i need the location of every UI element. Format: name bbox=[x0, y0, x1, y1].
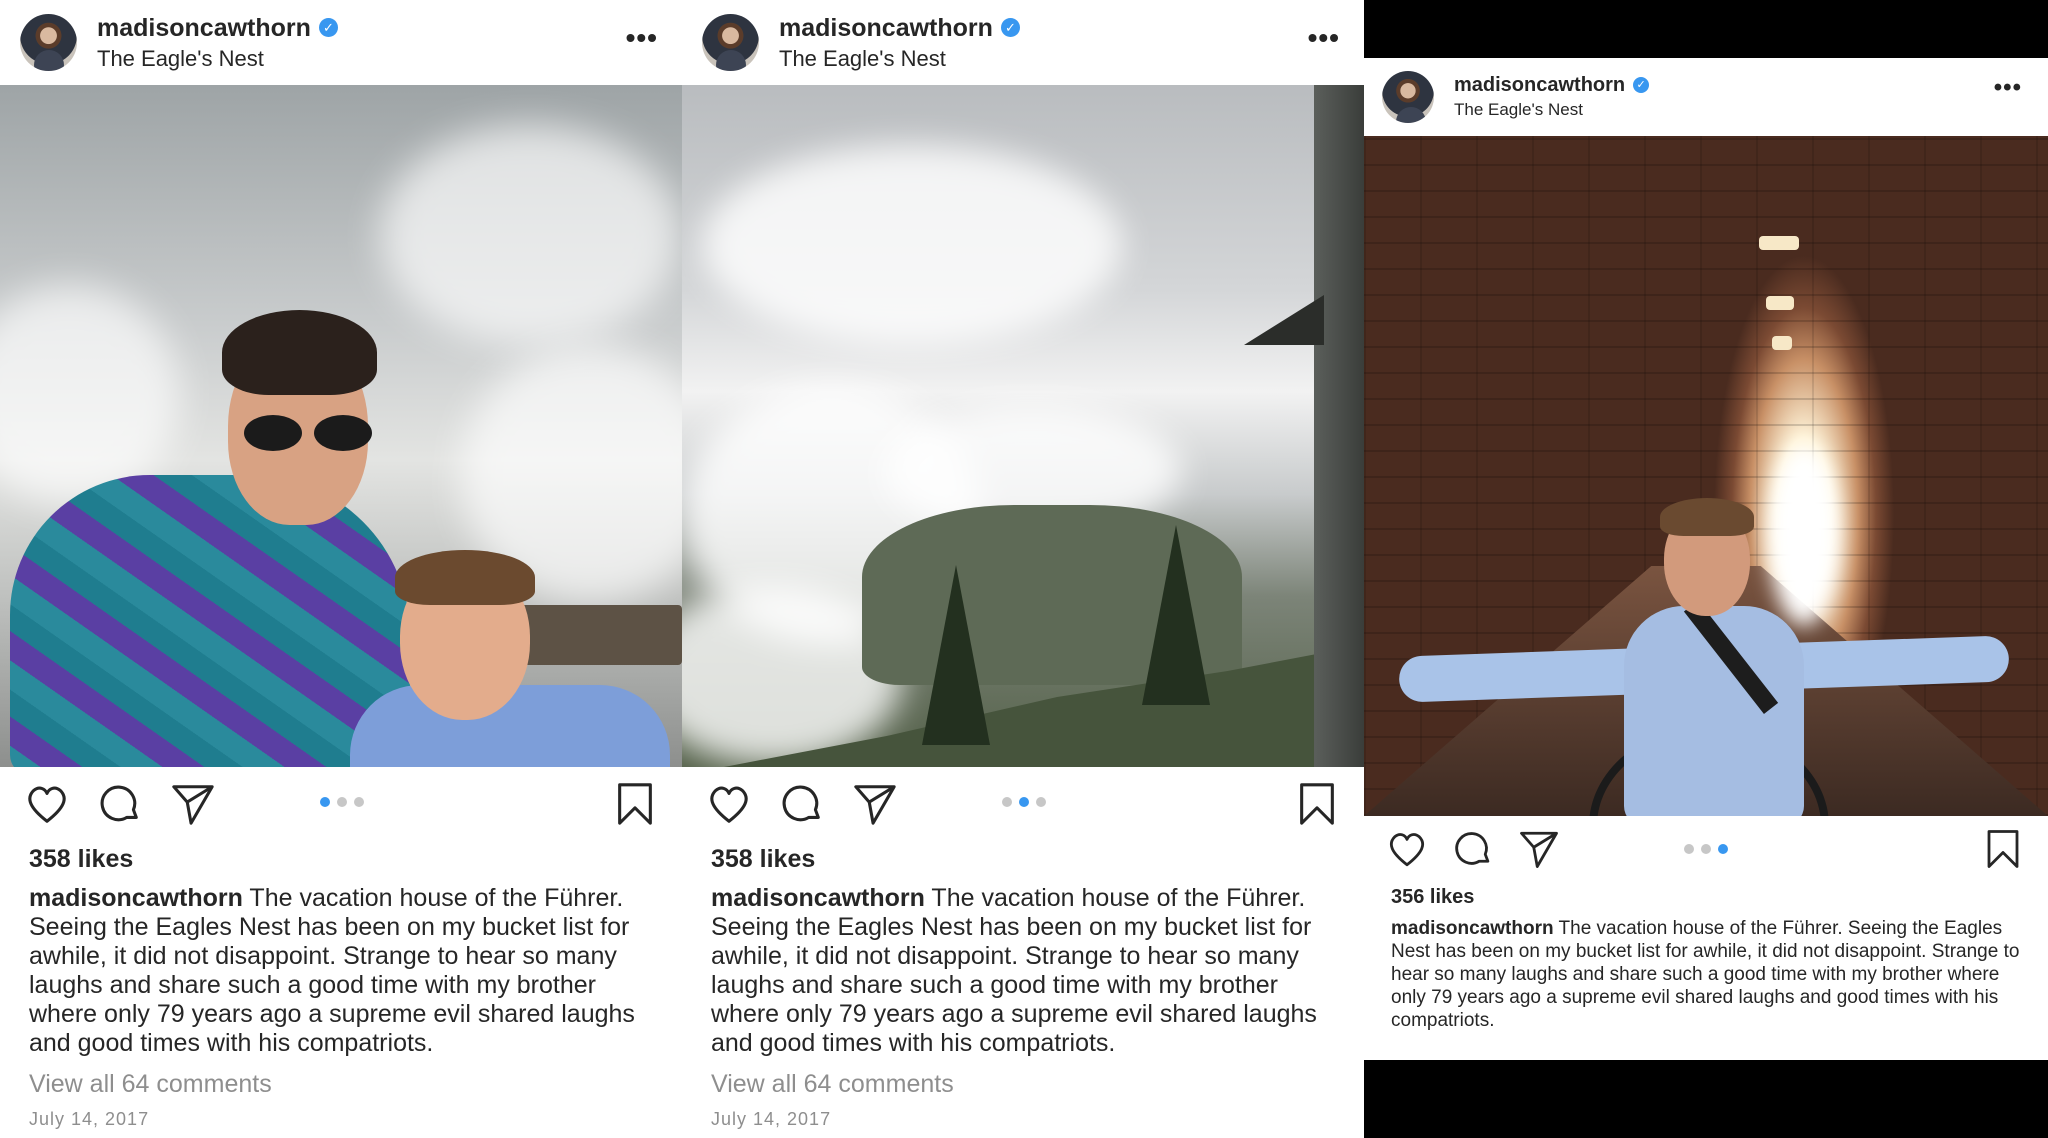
profile-avatar[interactable] bbox=[702, 14, 759, 71]
verified-badge-icon: ✓ bbox=[318, 18, 338, 38]
location-link[interactable]: The Eagle's Nest bbox=[97, 46, 338, 72]
person-left-hair bbox=[222, 310, 377, 395]
more-options-icon[interactable]: ••• bbox=[1994, 74, 2022, 102]
bookmark-icon[interactable] bbox=[1982, 828, 2024, 870]
bookmark-icon[interactable] bbox=[1294, 781, 1340, 827]
post-caption: madisoncawthorn The vacation house of th… bbox=[682, 874, 1364, 1058]
username-link[interactable]: madisoncawthorn bbox=[779, 13, 993, 43]
header-text: madisoncawthorn ✓ The Eagle's Nest bbox=[779, 13, 1020, 72]
carousel-dot[interactable] bbox=[337, 797, 347, 807]
carousel-dot[interactable] bbox=[1036, 797, 1046, 807]
instagram-post: madisoncawthorn ✓ The Eagle's Nest ••• 3… bbox=[682, 0, 1364, 1138]
person-left-fleece bbox=[10, 475, 410, 767]
pine-tree bbox=[922, 565, 990, 745]
carousel-dot[interactable] bbox=[1718, 844, 1728, 854]
post-panel-1: madisoncawthorn ✓ The Eagle's Nest ••• 3… bbox=[0, 0, 682, 1138]
header-text: madisoncawthorn ✓ The Eagle's Nest bbox=[97, 13, 338, 72]
post-caption: madisoncawthorn The vacation house of th… bbox=[0, 874, 682, 1058]
bookmark-icon[interactable] bbox=[612, 781, 658, 827]
pine-tree bbox=[1142, 525, 1210, 705]
post-actions bbox=[682, 767, 1364, 839]
paper-plane-icon[interactable] bbox=[170, 781, 216, 827]
profile-avatar[interactable] bbox=[1382, 71, 1434, 123]
carousel-dots bbox=[1684, 844, 1728, 854]
location-link[interactable]: The Eagle's Nest bbox=[779, 46, 1020, 72]
comment-bubble-icon[interactable] bbox=[779, 781, 825, 827]
post-panel-3: madisoncawthorn ✓ The Eagle's Nest ••• 3… bbox=[1364, 0, 2048, 1138]
carousel-dot[interactable] bbox=[354, 797, 364, 807]
post-panel-2: madisoncawthorn ✓ The Eagle's Nest ••• 3… bbox=[682, 0, 1364, 1138]
post-date: July 14, 2017 bbox=[29, 1109, 150, 1129]
username-row: madisoncawthorn ✓ bbox=[97, 13, 338, 43]
post-header: madisoncawthorn ✓ The Eagle's Nest ••• bbox=[682, 0, 1364, 85]
caption-username[interactable]: madisoncawthorn bbox=[29, 884, 243, 912]
view-comments-link[interactable]: View all 64 comments bbox=[0, 1058, 682, 1099]
paper-plane-icon[interactable] bbox=[852, 781, 898, 827]
post-photo[interactable] bbox=[0, 85, 682, 767]
caption-username[interactable]: madisoncawthorn bbox=[1391, 918, 1554, 939]
post-actions bbox=[1364, 816, 2048, 884]
heart-icon[interactable] bbox=[1386, 828, 1428, 870]
building-roof bbox=[1244, 295, 1324, 345]
likes-count[interactable]: 358 likes bbox=[682, 845, 1364, 874]
ceiling-lamp bbox=[1772, 336, 1792, 350]
person-right-hair bbox=[395, 550, 535, 605]
heart-icon[interactable] bbox=[706, 781, 752, 827]
instagram-post: madisoncawthorn ✓ The Eagle's Nest ••• 3… bbox=[0, 0, 682, 1138]
username-row: madisoncawthorn ✓ bbox=[779, 13, 1020, 43]
post-photo[interactable] bbox=[1364, 136, 2048, 816]
carousel-dot[interactable] bbox=[1002, 797, 1012, 807]
location-link[interactable]: The Eagle's Nest bbox=[1454, 100, 1649, 120]
post-header: madisoncawthorn ✓ The Eagle's Nest ••• bbox=[0, 0, 682, 85]
paper-plane-icon[interactable] bbox=[1518, 828, 1560, 870]
post-caption: madisoncawthorn The vacation house of th… bbox=[1364, 909, 2048, 1032]
carousel-dots bbox=[320, 797, 364, 807]
carousel-dot[interactable] bbox=[1701, 844, 1711, 854]
profile-avatar[interactable] bbox=[20, 14, 77, 71]
heart-icon[interactable] bbox=[24, 781, 70, 827]
ceiling-lamp bbox=[1766, 296, 1794, 310]
username-link[interactable]: madisoncawthorn bbox=[97, 13, 311, 43]
sunglasses bbox=[244, 415, 372, 451]
likes-count[interactable]: 356 likes bbox=[1364, 886, 2048, 909]
likes-count[interactable]: 358 likes bbox=[0, 845, 682, 874]
post-actions bbox=[0, 767, 682, 839]
comment-bubble-icon[interactable] bbox=[1452, 828, 1494, 870]
more-options-icon[interactable]: ••• bbox=[1308, 22, 1340, 54]
header-text: madisoncawthorn ✓ The Eagle's Nest bbox=[1454, 73, 1650, 120]
building-wall bbox=[1314, 85, 1364, 767]
tunnel-light bbox=[1769, 446, 1839, 626]
carousel-dots bbox=[1002, 797, 1046, 807]
username-row: madisoncawthorn ✓ bbox=[1454, 73, 1650, 97]
username-link[interactable]: madisoncawthorn bbox=[1454, 73, 1625, 97]
post-date: July 14, 2017 bbox=[711, 1109, 832, 1129]
more-options-icon[interactable]: ••• bbox=[626, 22, 658, 54]
carousel-dot[interactable] bbox=[1684, 844, 1694, 854]
carousel-dot[interactable] bbox=[320, 797, 330, 807]
post-header: madisoncawthorn ✓ The Eagle's Nest ••• bbox=[1364, 58, 2048, 136]
comment-bubble-icon[interactable] bbox=[97, 781, 143, 827]
instagram-post: madisoncawthorn ✓ The Eagle's Nest ••• 3… bbox=[1364, 58, 2048, 1060]
caption-username[interactable]: madisoncawthorn bbox=[711, 884, 925, 912]
post-photo[interactable] bbox=[682, 85, 1364, 767]
ceiling-lamp bbox=[1759, 236, 1799, 250]
verified-badge-icon: ✓ bbox=[1000, 18, 1020, 38]
verified-badge-icon: ✓ bbox=[1633, 77, 1650, 94]
person-hair bbox=[1660, 498, 1754, 536]
carousel-dot[interactable] bbox=[1019, 797, 1029, 807]
view-comments-link[interactable]: View all 64 comments bbox=[682, 1058, 1364, 1099]
